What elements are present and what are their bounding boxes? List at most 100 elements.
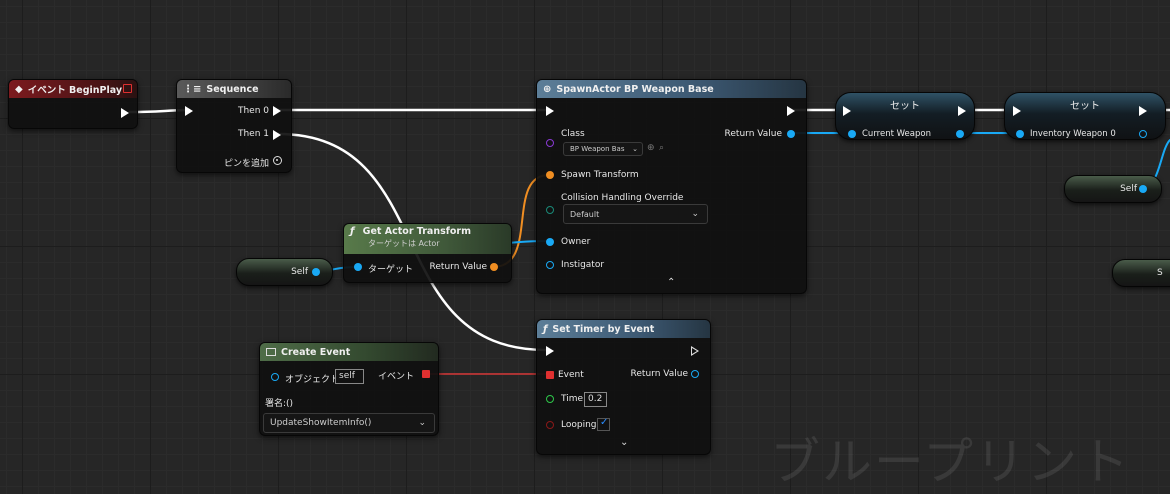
spawn-actor-title: SpawnActor BP Weapon Base	[556, 83, 714, 95]
create-event-node[interactable]: Create Event オブジェクト self イベント 署名:() Upda…	[259, 342, 439, 436]
instigator-label: Instigator	[561, 260, 605, 270]
event-graph-icon	[266, 348, 276, 356]
inventory-index-pin[interactable]	[1139, 130, 1147, 138]
exec-in-pin[interactable]	[546, 346, 554, 356]
return-value-label: Return Value	[630, 369, 688, 379]
blueprint-watermark: ブループリント	[770, 433, 1131, 491]
function-select[interactable]: UpdateShowItemInfo() ⌄	[263, 413, 435, 433]
delegate-output-icon[interactable]	[123, 84, 132, 93]
browse-icon[interactable]: ⊕	[647, 143, 655, 153]
create-event-title: Create Event	[281, 346, 351, 358]
return-value-pin[interactable]	[691, 370, 699, 378]
get-actor-transform-title: Get Actor Transform	[362, 226, 471, 237]
sequence-node[interactable]: ⋮≡ Sequence Then 0 Then 1 ピンを追加	[176, 79, 292, 173]
chevron-down-icon: ⌄	[632, 145, 638, 153]
return-value-pin[interactable]	[787, 130, 795, 138]
return-value-pin[interactable]	[490, 263, 498, 271]
looping-checkbox[interactable]: ✓	[597, 417, 610, 431]
spawn-icon: ⊕	[543, 83, 552, 95]
set-timer-by-event-node[interactable]: ƒ Set Timer by Event Event Return Value …	[536, 319, 711, 455]
create-event-header[interactable]: Create Event	[260, 343, 438, 361]
add-pin-icon[interactable]	[273, 156, 282, 165]
target-label: ターゲット	[368, 265, 414, 275]
function-icon: ƒ	[350, 226, 355, 237]
self-node[interactable]: Self	[236, 258, 333, 286]
self-label: S	[1157, 268, 1163, 278]
inventory-weapon-label: Inventory Weapon 0	[1030, 129, 1116, 139]
collision-select[interactable]: Default ⌄	[563, 204, 708, 224]
add-pin-label[interactable]: ピンを追加	[224, 156, 269, 169]
set-timer-header[interactable]: ƒ Set Timer by Event	[537, 320, 710, 338]
event-label: Event	[558, 370, 584, 380]
beginplay-event-node[interactable]: ◆ イベント BeginPlay	[8, 79, 138, 129]
then1-pin[interactable]	[273, 130, 281, 140]
looping-pin[interactable]	[546, 421, 554, 429]
collapse-chevron-icon[interactable]: ⌄	[620, 437, 628, 448]
spawn-actor-header[interactable]: ⊕ SpawnActor BP Weapon Base	[537, 80, 806, 98]
exec-out-pin[interactable]	[121, 108, 129, 118]
time-label: Time	[561, 394, 584, 404]
get-actor-transform-subtitle: ターゲットは Actor	[368, 239, 440, 248]
checkmark-icon: ✓	[600, 417, 609, 428]
set-current-weapon-node[interactable]: セット Current Weapon	[835, 92, 975, 140]
event-diamond-icon: ◆	[15, 83, 23, 95]
search-icon[interactable]: ⌕	[659, 143, 664, 153]
beginplay-header[interactable]: ◆ イベント BeginPlay	[9, 80, 137, 98]
exec-in-pin[interactable]	[843, 106, 851, 116]
then0-pin[interactable]	[273, 106, 281, 116]
object-input[interactable]: self	[335, 369, 364, 384]
exec-out-pin[interactable]	[1139, 106, 1147, 116]
sequence-header[interactable]: ⋮≡ Sequence	[177, 80, 291, 98]
exec-in-pin[interactable]	[185, 106, 193, 116]
instigator-pin[interactable]	[546, 261, 554, 269]
target-pin[interactable]	[354, 263, 362, 271]
expand-chevron-icon[interactable]: ⌃	[667, 277, 675, 288]
exec-out-pin[interactable]	[958, 106, 966, 116]
owner-label: Owner	[561, 237, 591, 247]
inventory-weapon-in-pin[interactable]	[1016, 130, 1024, 138]
function-value: UpdateShowItemInfo()	[270, 418, 372, 428]
sequence-icon: ⋮≡	[183, 83, 202, 95]
event-pin[interactable]	[546, 371, 554, 379]
get-actor-transform-header[interactable]: ƒ Get Actor Transform ターゲットは Actor	[344, 224, 511, 254]
looping-label: Looping	[561, 420, 597, 430]
spawn-transform-pin[interactable]	[546, 171, 554, 179]
chevron-down-icon: ⌄	[418, 418, 426, 428]
collision-label: Collision Handling Override	[561, 193, 684, 203]
signature-label: 署名:()	[265, 399, 294, 409]
function-icon: ƒ	[543, 323, 548, 335]
event-label: イベント	[377, 372, 414, 382]
object-pin[interactable]	[271, 373, 279, 381]
then1-label: Then 1	[237, 129, 269, 139]
self-node[interactable]: Self	[1064, 175, 1162, 203]
exec-out-pin[interactable]	[691, 346, 699, 356]
return-value-label: Return Value	[724, 129, 782, 139]
exec-in-pin[interactable]	[1013, 106, 1021, 116]
beginplay-title: イベント BeginPlay	[27, 85, 123, 96]
event-delegate-pin[interactable]	[422, 370, 430, 378]
time-pin[interactable]	[546, 395, 554, 403]
current-weapon-out-pin[interactable]	[956, 130, 964, 138]
get-actor-transform-node[interactable]: ƒ Get Actor Transform ターゲットは Actor ターゲット…	[343, 223, 512, 283]
set-title: セット	[890, 101, 920, 112]
self-pin[interactable]	[312, 268, 320, 276]
chevron-down-icon: ⌄	[691, 209, 699, 219]
self-node[interactable]: S	[1112, 259, 1170, 287]
self-label: Self	[1120, 184, 1137, 194]
class-label: Class	[561, 129, 585, 139]
exec-in-pin[interactable]	[546, 106, 554, 116]
time-input[interactable]: 0.2	[584, 392, 607, 407]
self-pin[interactable]	[1139, 185, 1147, 193]
spawn-transform-label: Spawn Transform	[561, 170, 639, 180]
spawn-actor-node[interactable]: ⊕ SpawnActor BP Weapon Base Class BP Wea…	[536, 79, 807, 294]
class-pin[interactable]	[546, 139, 554, 147]
then0-label: Then 0	[237, 106, 269, 116]
exec-out-pin[interactable]	[787, 106, 795, 116]
class-select[interactable]: BP Weapon Bas ⌄	[563, 142, 643, 156]
collision-value: Default	[570, 209, 600, 219]
object-label: オブジェクト	[285, 375, 340, 385]
set-inventory-weapon-node[interactable]: セット Inventory Weapon 0	[1004, 92, 1166, 140]
collision-pin[interactable]	[546, 206, 554, 214]
current-weapon-in-pin[interactable]	[848, 130, 856, 138]
owner-pin[interactable]	[546, 238, 554, 246]
